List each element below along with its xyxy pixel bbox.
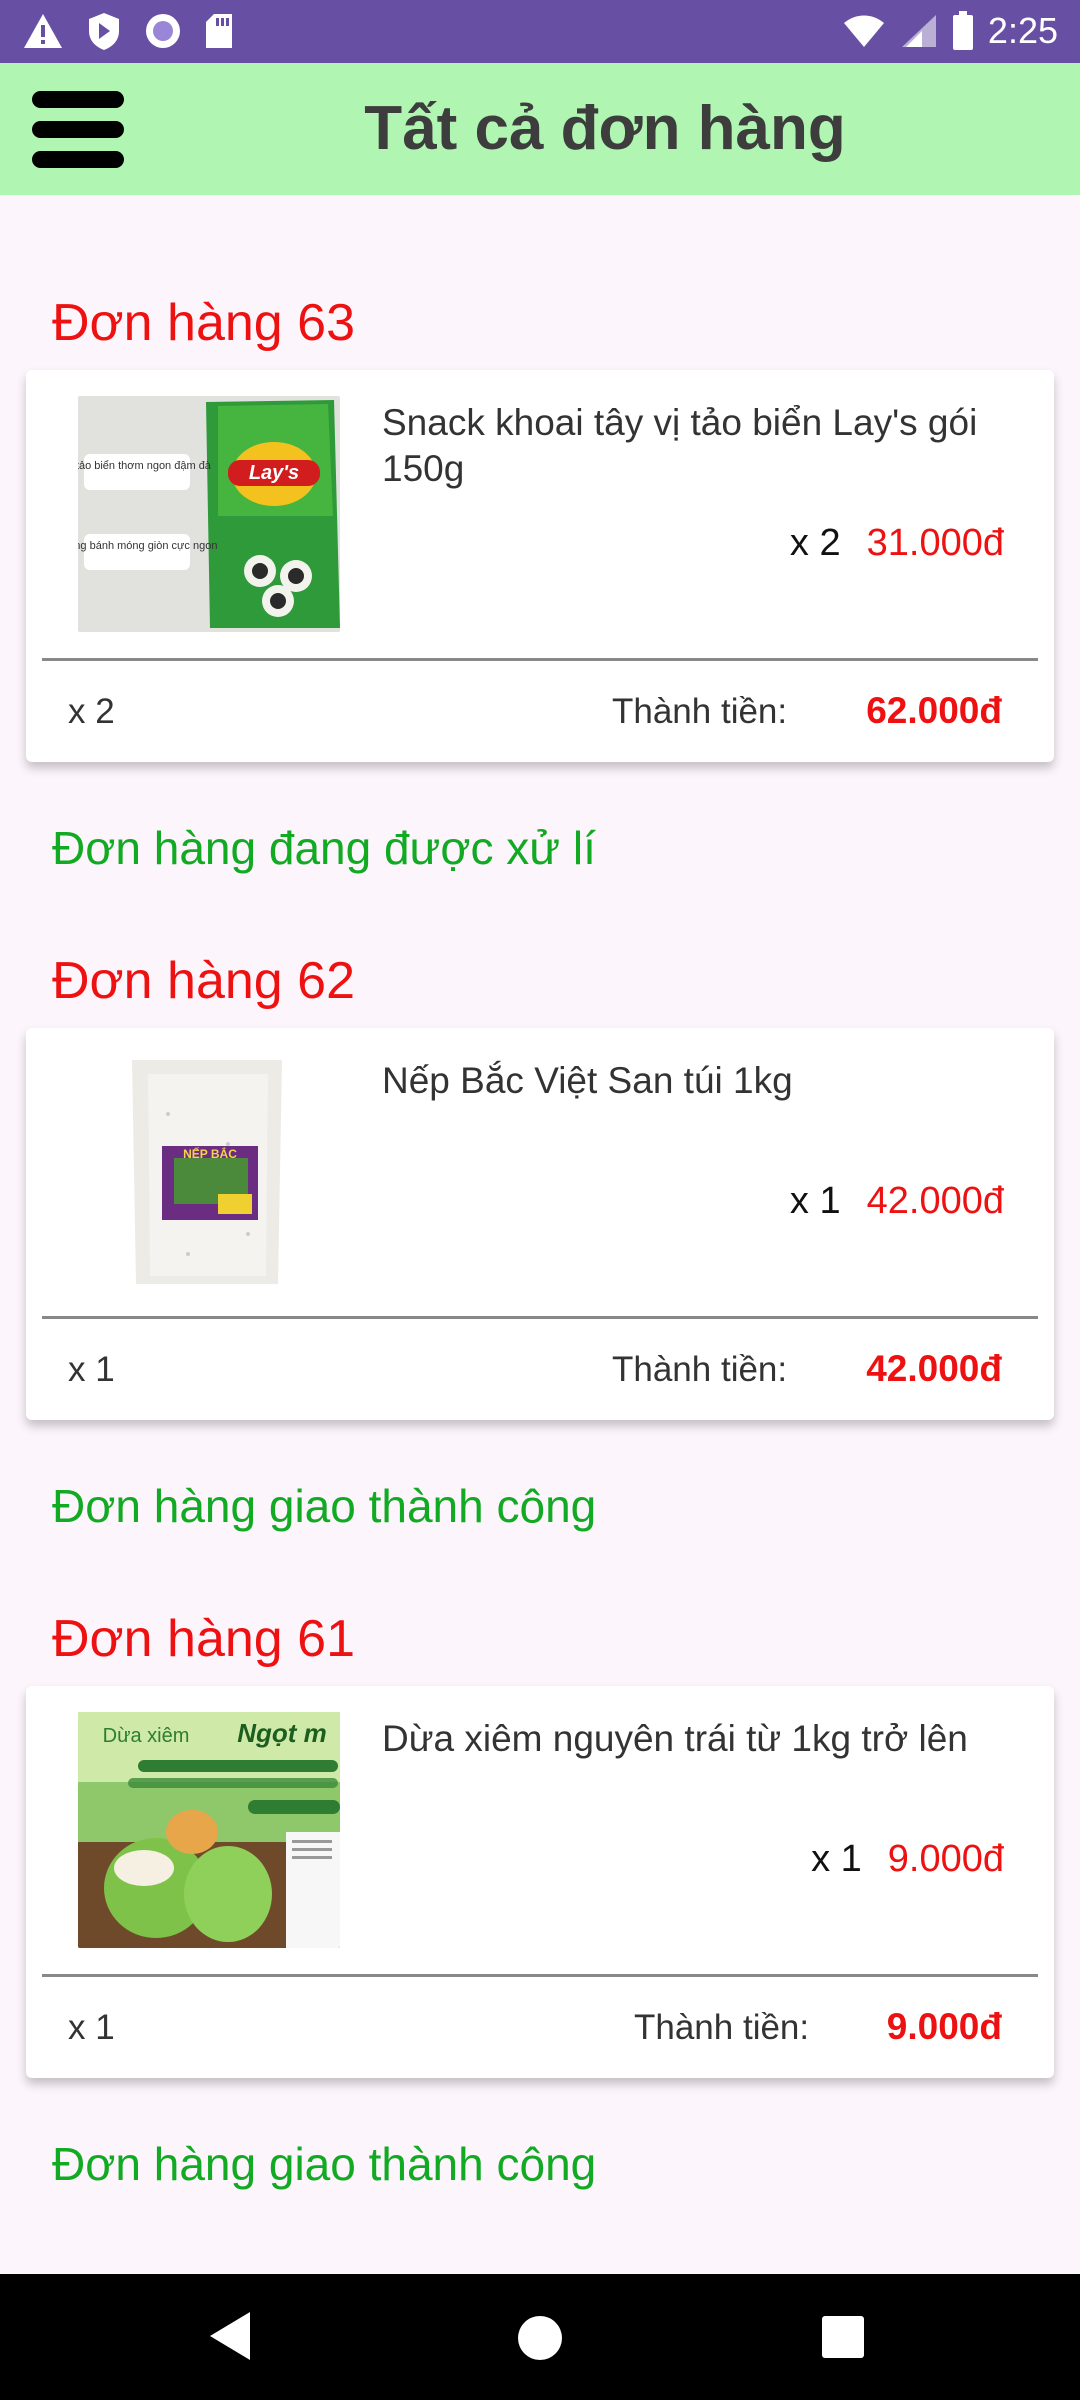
item-price: 42.000đ <box>866 1180 1004 1222</box>
page-title: Tất cả đơn hàng <box>364 94 846 163</box>
item-price: 31.000đ <box>866 522 1004 564</box>
item-price: 9.000đ <box>887 1838 1004 1880</box>
image-text: NẾP BẮC <box>183 1146 237 1161</box>
product-name: Snack khoai tây vị tảo biển Lay's gói 15… <box>382 402 978 489</box>
item-qty: x 2 <box>789 522 841 564</box>
wifi-icon <box>843 15 884 47</box>
system-icons: 2:25 <box>842 8 1058 54</box>
back-icon[interactable] <box>210 2312 250 2360</box>
order-card[interactable]: Lay's Vị tảo biển thơm ngon đậm đà Miếng… <box>26 370 1054 762</box>
image-text: Lay's <box>249 462 299 484</box>
warning-icon <box>24 14 62 48</box>
order-title: Đơn hàng 63 <box>52 294 355 352</box>
recents-icon[interactable] <box>822 2316 864 2358</box>
order-title: Đơn hàng 61 <box>52 1610 355 1668</box>
divider <box>42 658 1038 661</box>
image-text: Vị tảo biển thơm ngon đậm đà <box>78 460 212 472</box>
total-label: Thành tiền: <box>612 692 788 731</box>
status-time: 2:25 <box>987 10 1058 51</box>
item-qty: x 1 <box>811 1838 862 1880</box>
sd-card-icon <box>206 14 232 48</box>
qty-price: x 1 42.000đ <box>790 1180 1004 1223</box>
order-status: Đơn hàng giao thành công <box>52 1480 597 1532</box>
item-qty: x 1 <box>789 1180 841 1222</box>
qty-price: x 2 31.000đ <box>790 522 1004 565</box>
notification-icons <box>22 8 234 54</box>
total-amount: 42.000đ <box>866 1348 1002 1389</box>
total-qty: x 1 <box>68 2008 115 2047</box>
record-icon <box>146 14 180 48</box>
product-image: Lay's Vị tảo biển thơm ngon đậm đà Miếng… <box>78 396 340 632</box>
order-status: Đơn hàng giao thành công <box>52 2138 597 2190</box>
status-bar: 2:25 <box>0 0 1080 63</box>
total-qty: x 1 <box>68 1350 115 1389</box>
home-icon[interactable] <box>518 2316 562 2360</box>
battery-icon <box>952 11 973 50</box>
image-text: Ngọt m <box>237 1718 327 1748</box>
total-qty: x 2 <box>68 692 115 731</box>
order-title: Đơn hàng 62 <box>52 952 355 1010</box>
shield-icon <box>89 13 119 50</box>
product-image: NẾP BẮC <box>78 1054 340 1290</box>
image-text: Dừa xiêm <box>103 1725 190 1747</box>
total-amount: 62.000đ <box>866 690 1002 731</box>
order-card[interactable]: Dừa xiêm Ngọt m Dừa xiêm nguyên trái từ … <box>26 1686 1054 2078</box>
total-amount: 9.000đ <box>886 2006 1002 2047</box>
product-image: Dừa xiêm Ngọt m <box>78 1712 340 1948</box>
order-card[interactable]: NẾP BẮC Nếp Bắc Việt San túi 1kg x 1 42.… <box>26 1028 1054 1420</box>
system-nav-bar <box>0 2274 1080 2400</box>
signal-icon <box>901 15 936 47</box>
total-label: Thành tiền: <box>612 1350 788 1389</box>
image-text: Miếng bánh móng giòn cực ngon <box>78 540 217 552</box>
qty-price: x 1 9.000đ <box>811 1838 1004 1881</box>
divider <box>42 1974 1038 1977</box>
divider <box>42 1316 1038 1319</box>
order-status: Đơn hàng đang được xử lí <box>52 822 596 874</box>
app-bar: Tất cả đơn hàng <box>0 63 1080 195</box>
product-name: Nếp Bắc Việt San túi 1kg <box>382 1060 793 1101</box>
product-name: Dừa xiêm nguyên trái từ 1kg trở lên <box>382 1718 968 1759</box>
total-label: Thành tiền: <box>634 2008 810 2047</box>
